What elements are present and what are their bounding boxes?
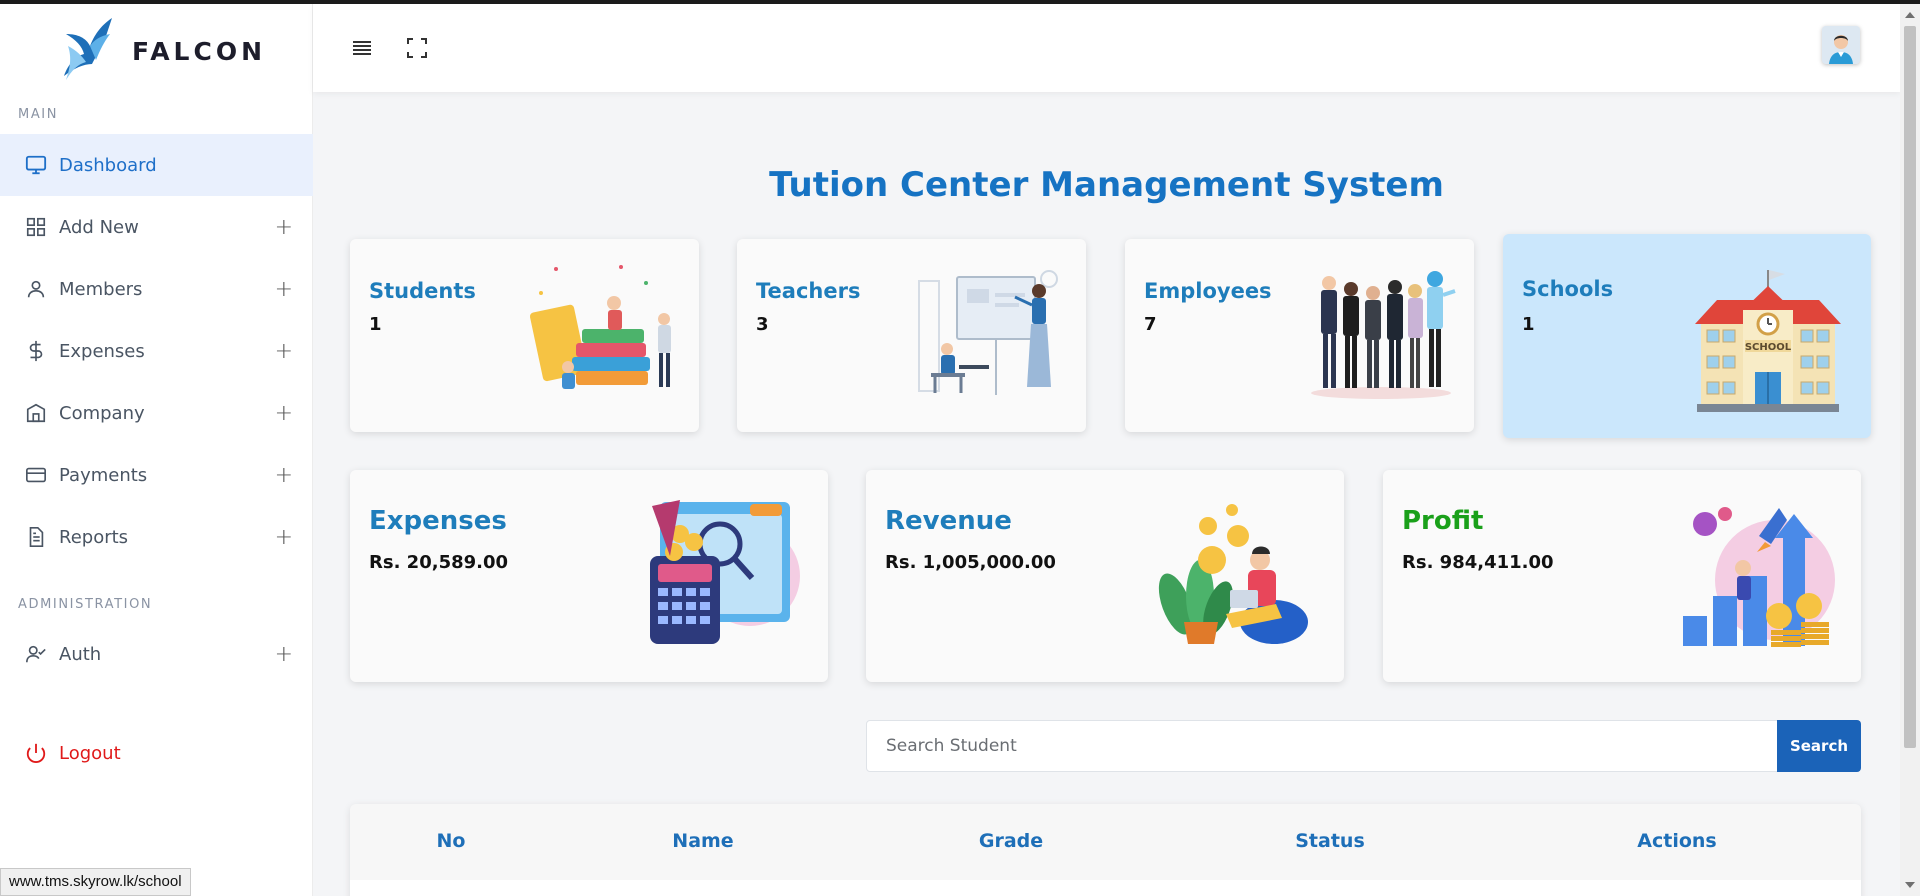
column-header-grade[interactable]: Grade — [979, 830, 1043, 852]
grid-icon — [24, 215, 48, 239]
sidebar-item-reports[interactable]: Reports + — [0, 506, 313, 568]
sidebar-item-label: Dashboard — [59, 154, 157, 176]
card-title: Profit — [1402, 506, 1484, 536]
building-icon — [24, 401, 48, 425]
sidebar-item-auth[interactable]: Auth + — [0, 623, 313, 685]
falcon-logo-icon — [64, 17, 112, 80]
sidebar-item-add-new[interactable]: Add New + — [0, 196, 313, 258]
school-building-illustration-icon: SCHOOL — [1695, 270, 1841, 412]
sidebar-item-label: Company — [59, 402, 145, 424]
teachers-card[interactable]: Teachers 3 — [737, 239, 1086, 432]
page-scrollbar[interactable] — [1900, 4, 1920, 896]
students-card[interactable]: Students 1 — [350, 239, 699, 432]
search-student-input[interactable] — [866, 720, 1778, 772]
card-value: 1 — [1522, 314, 1535, 335]
sidebar-item-expenses[interactable]: Expenses + — [0, 320, 313, 382]
sidebar-item-label: Expenses — [59, 340, 145, 362]
column-header-actions[interactable]: Actions — [1637, 830, 1716, 852]
scroll-thumb[interactable] — [1904, 26, 1916, 748]
section-label-main: MAIN — [18, 107, 59, 122]
expand-plus-icon[interactable]: + — [275, 215, 293, 240]
hamburger-icon[interactable] — [348, 34, 376, 62]
logout-button[interactable]: Logout — [0, 722, 313, 784]
brand-logo[interactable]: FALCON — [60, 14, 266, 89]
expand-plus-icon[interactable]: + — [275, 339, 293, 364]
student-search-bar: Search — [866, 720, 1861, 772]
top-header — [313, 4, 1900, 92]
column-header-status[interactable]: Status — [1295, 830, 1365, 852]
sidebar-item-dashboard[interactable]: Dashboard — [0, 134, 313, 196]
sidebar-item-label: Auth — [59, 643, 102, 665]
sidebar: FALCON MAIN Dashboard Add New + Members … — [0, 4, 313, 896]
power-icon — [24, 741, 48, 765]
teachers-illustration-icon — [918, 270, 1058, 395]
column-header-name[interactable]: Name — [672, 830, 733, 852]
document-icon — [24, 525, 48, 549]
expand-plus-icon[interactable]: + — [275, 277, 293, 302]
expenses-card[interactable]: Expenses Rs. 20,589.00 — [350, 470, 828, 682]
credit-card-icon — [24, 463, 48, 487]
table-body — [350, 880, 1861, 896]
user-icon — [24, 277, 48, 301]
expand-plus-icon[interactable]: + — [275, 642, 293, 667]
sidebar-item-payments[interactable]: Payments + — [0, 444, 313, 506]
students-illustration-icon — [529, 265, 671, 389]
card-value: Rs. 984,411.00 — [1402, 552, 1554, 573]
employees-illustration-icon — [1311, 271, 1456, 399]
card-value: 1 — [369, 314, 382, 335]
sidebar-item-company[interactable]: Company + — [0, 382, 313, 444]
column-header-no[interactable]: No — [437, 830, 466, 852]
window-top-border — [0, 0, 1920, 4]
card-value: Rs. 20,589.00 — [369, 552, 509, 573]
card-value: Rs. 1,005,000.00 — [885, 552, 1056, 573]
sidebar-item-label: Reports — [59, 526, 129, 548]
revenue-illustration-icon — [1158, 504, 1308, 644]
logout-label: Logout — [59, 742, 121, 764]
user-check-icon — [24, 642, 48, 666]
expenses-illustration-icon — [650, 500, 800, 644]
scroll-up-arrow-icon[interactable] — [1905, 12, 1915, 18]
profit-illustration-icon — [1683, 507, 1835, 647]
expand-plus-icon[interactable]: + — [275, 401, 293, 426]
revenue-card[interactable]: Revenue Rs. 1,005,000.00 — [866, 470, 1344, 682]
card-value: 3 — [756, 314, 769, 335]
dollar-icon — [24, 339, 48, 363]
card-title: Schools — [1522, 277, 1614, 301]
search-button[interactable]: Search — [1777, 720, 1861, 772]
expand-plus-icon[interactable]: + — [275, 525, 293, 550]
school-sign: SCHOOL — [1745, 342, 1792, 353]
fullscreen-icon[interactable] — [403, 34, 431, 62]
page-title: Tution Center Management System — [769, 165, 1444, 205]
section-label-administration: ADMINISTRATION — [18, 597, 153, 612]
students-table: No Name Grade Status Actions — [350, 804, 1861, 896]
sidebar-item-members[interactable]: Members + — [0, 258, 313, 320]
user-avatar-icon[interactable] — [1822, 26, 1860, 64]
sidebar-item-label: Add New — [59, 216, 139, 238]
monitor-icon — [24, 153, 48, 177]
scroll-down-arrow-icon[interactable] — [1905, 882, 1915, 888]
schools-card[interactable]: Schools 1 SCHOOL — [1503, 234, 1871, 438]
employees-card[interactable]: Employees 7 — [1125, 239, 1474, 432]
brand-name: FALCON — [132, 37, 267, 66]
card-title: Employees — [1144, 279, 1272, 303]
profit-card[interactable]: Profit Rs. 984,411.00 — [1383, 470, 1861, 682]
card-title: Students — [369, 279, 476, 303]
card-title: Revenue — [885, 506, 1012, 536]
sidebar-item-label: Members — [59, 278, 143, 300]
status-bar-url: www.tms.skyrow.lk/school — [0, 868, 191, 896]
card-value: 7 — [1144, 314, 1157, 335]
expand-plus-icon[interactable]: + — [275, 463, 293, 488]
card-title: Teachers — [756, 279, 861, 303]
sidebar-item-label: Payments — [59, 464, 148, 486]
card-title: Expenses — [369, 506, 507, 536]
